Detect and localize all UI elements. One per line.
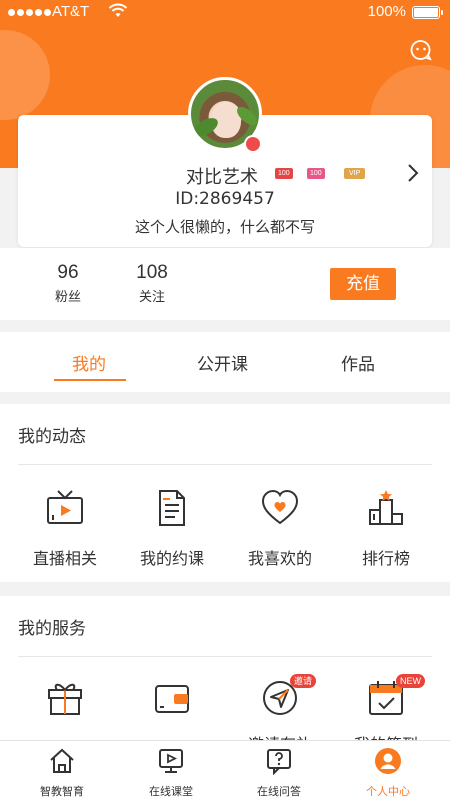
wallet-icon — [155, 685, 189, 713]
tab-public-class[interactable]: 公开课 — [197, 350, 248, 375]
tab-label: 个人中心 — [366, 785, 410, 798]
tab-label: 在线问答 — [257, 785, 301, 798]
status-bar: AT&T 100% — [0, 0, 450, 26]
my-service-section: 我的服务 福利套餐 我的账户 邀请 邀请有礼 — [0, 596, 450, 758]
tab-mine[interactable]: 我的 — [72, 350, 106, 375]
content-tabs: 我的 公开课 作品 — [0, 332, 450, 392]
tab-personal-center[interactable]: 个人中心 — [343, 747, 433, 799]
user-id: ID:2869457 — [175, 189, 275, 209]
wifi-icon — [108, 3, 128, 17]
stats-bar: 96 粉丝 108 关注 充值 — [0, 248, 450, 320]
vip-badge: VIP — [344, 168, 366, 179]
item-label: 我的约课 — [139, 549, 204, 568]
tab-online-qa[interactable]: 在线问答 — [234, 747, 324, 799]
active-tab-indicator — [54, 379, 126, 381]
gift-icon — [48, 683, 82, 715]
battery-percent: 100% — [367, 3, 406, 20]
username: 对比艺术 — [186, 167, 258, 188]
tv-play-icon — [47, 490, 83, 524]
section-title: 我的动态 — [18, 427, 86, 447]
tab-online-class[interactable]: 在线课堂 — [126, 747, 216, 799]
tab-label: 智教智育 — [40, 785, 84, 798]
fans-label: 粉丝 — [54, 290, 81, 305]
question-icon — [267, 749, 291, 776]
signal-icon — [8, 9, 51, 16]
recharge-button[interactable]: 充值 — [330, 268, 396, 300]
avatar-edit-icon[interactable] — [244, 135, 262, 153]
following-count: 108 — [136, 262, 168, 283]
decorative-bubble — [0, 30, 50, 120]
user-bio: 这个人很懒的，什么都不写 — [134, 218, 315, 236]
section-title: 我的服务 — [18, 619, 86, 639]
divider — [18, 464, 432, 465]
chevron-right-icon[interactable] — [406, 163, 420, 183]
home-icon — [50, 748, 74, 773]
my-dynamic-section: 我的动态 直播相关 我的约课 我喜欢的 排行榜 — [0, 404, 450, 582]
level-badge: 100 — [307, 168, 325, 179]
following-label: 关注 — [138, 290, 165, 305]
tab-label: 在线课堂 — [149, 785, 193, 798]
podium-icon — [369, 490, 403, 525]
person-icon — [375, 748, 401, 774]
following-stat[interactable]: 108 关注 — [128, 262, 176, 305]
new-badge: NEW — [396, 674, 425, 688]
message-icon[interactable] — [410, 39, 432, 61]
video-class-icon — [159, 749, 183, 773]
divider — [18, 656, 432, 657]
item-label: 我喜欢的 — [247, 549, 312, 568]
my-likes-item[interactable]: 我喜欢的 — [224, 488, 336, 569]
tab-home[interactable]: 智教智育 — [17, 747, 107, 799]
tab-works[interactable]: 作品 — [341, 350, 375, 375]
item-label: 排行榜 — [361, 549, 410, 568]
item-label: 直播相关 — [32, 549, 97, 568]
heart-icon — [261, 489, 299, 525]
live-related-item[interactable]: 直播相关 — [9, 488, 121, 569]
document-icon — [159, 490, 185, 526]
carrier-label: AT&T — [52, 3, 90, 20]
my-booking-item[interactable]: 我的约课 — [116, 488, 228, 569]
ranking-item[interactable]: 排行榜 — [330, 488, 442, 569]
fans-stat[interactable]: 96 粉丝 — [48, 262, 88, 305]
level-badge: 100 — [275, 168, 293, 179]
fans-count: 96 — [57, 262, 79, 283]
invite-badge: 邀请 — [290, 674, 317, 688]
bottom-tab-bar: 智教智育 在线课堂 在线问答 个人中心 — [0, 740, 450, 800]
battery-icon — [412, 6, 443, 19]
